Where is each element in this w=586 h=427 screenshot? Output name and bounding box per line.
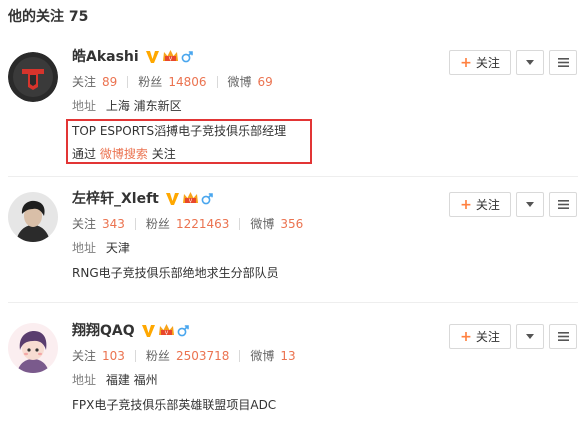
crown-member-icon: V	[162, 49, 179, 63]
user-intro: RNG电子竞技俱乐部绝地求生分部队员	[72, 266, 279, 280]
user-name[interactable]: 左梓轩_Xleft	[72, 188, 159, 208]
more-button[interactable]	[549, 192, 577, 217]
plus-icon: +	[460, 54, 472, 71]
divider	[216, 75, 218, 88]
fans-label[interactable]: 粉丝	[138, 73, 162, 90]
weibo-label[interactable]: 微博	[250, 215, 274, 232]
weibo-label[interactable]: 微博	[228, 73, 252, 90]
avatar[interactable]	[8, 52, 58, 102]
following-label[interactable]: 关注	[72, 347, 96, 364]
dropdown-button[interactable]	[516, 50, 544, 75]
address-row: 地址 上海 浦东新区	[72, 97, 182, 114]
hamburger-menu-icon	[557, 332, 569, 341]
more-button[interactable]	[549, 324, 577, 349]
name-row: 左梓轩_Xleft V	[72, 188, 213, 208]
more-button[interactable]	[549, 50, 577, 75]
follow-button[interactable]: + 关注	[449, 50, 511, 75]
address-label: 地址	[72, 99, 97, 113]
avatar[interactable]	[8, 192, 58, 242]
hamburger-menu-icon	[557, 200, 569, 209]
user-card: 左梓轩_Xleft V 关注 343 粉丝 1221463 微博 356 地址 …	[0, 176, 586, 306]
address-value: 福建 福州	[105, 373, 158, 387]
plus-icon: +	[460, 196, 472, 213]
user-intro: FPX电子竞技俱乐部英雄联盟项目ADC	[72, 398, 277, 412]
crown-member-icon: V	[182, 191, 199, 205]
v-verified-icon	[141, 323, 156, 338]
user-card: 翔翔QAQ V 关注 103 粉丝 2503718 微博 13 地址 福建 福州…	[0, 302, 586, 427]
address-label: 地址	[72, 241, 97, 255]
stats-row: 关注 89 粉丝 14806 微博 69	[72, 73, 273, 90]
caret-down-icon	[526, 60, 534, 65]
male-gender-icon	[181, 50, 193, 63]
dropdown-button[interactable]	[516, 192, 544, 217]
avatar[interactable]	[8, 323, 58, 373]
following-count[interactable]: 343	[102, 217, 125, 231]
address-label: 地址	[72, 373, 97, 387]
follow-button-label: 关注	[475, 330, 500, 344]
user-name[interactable]: 皓Akashi	[72, 46, 139, 66]
name-row: 翔翔QAQ V	[72, 320, 189, 340]
svg-text:V: V	[164, 331, 168, 337]
follow-button[interactable]: + 关注	[449, 324, 511, 349]
user-card: 皓Akashi V 关注 89 粉丝 14806 微博 69 地址 上海 浦东新…	[0, 38, 586, 164]
dropdown-button[interactable]	[516, 324, 544, 349]
address-row: 地址 福建 福州	[72, 371, 158, 388]
v-verified-icon	[145, 49, 160, 64]
caret-down-icon	[526, 202, 534, 207]
weibo-count[interactable]: 69	[258, 75, 273, 89]
caret-down-icon	[526, 334, 534, 339]
hamburger-menu-icon	[557, 58, 569, 67]
weibo-label[interactable]: 微博	[250, 347, 274, 364]
following-label[interactable]: 关注	[72, 215, 96, 232]
follow-button-label: 关注	[475, 56, 500, 70]
fans-label[interactable]: 粉丝	[146, 215, 170, 232]
fans-count[interactable]: 2503718	[176, 349, 229, 363]
plus-icon: +	[460, 328, 472, 345]
address-value: 天津	[105, 241, 130, 255]
divider	[239, 217, 241, 230]
following-count[interactable]: 103	[102, 349, 125, 363]
name-row: 皓Akashi V	[72, 46, 193, 66]
divider	[134, 349, 136, 362]
fans-label[interactable]: 粉丝	[146, 347, 170, 364]
follow-button-label: 关注	[475, 198, 500, 212]
male-gender-icon	[201, 192, 213, 205]
following-count[interactable]: 89	[102, 75, 117, 89]
page-title: 他的关注 75	[8, 9, 89, 25]
male-gender-icon	[177, 324, 189, 337]
card-divider	[8, 302, 578, 303]
svg-text:V: V	[189, 199, 193, 205]
divider	[239, 349, 241, 362]
card-divider	[8, 176, 578, 177]
highlight-box	[66, 119, 312, 164]
address-value: 上海 浦东新区	[105, 99, 182, 113]
fans-count[interactable]: 14806	[168, 75, 206, 89]
follow-button[interactable]: + 关注	[449, 192, 511, 217]
user-name[interactable]: 翔翔QAQ	[72, 320, 135, 340]
crown-member-icon: V	[158, 323, 175, 337]
stats-row: 关注 103 粉丝 2503718 微博 13	[72, 347, 296, 364]
divider	[127, 75, 129, 88]
weibo-count[interactable]: 13	[280, 349, 295, 363]
fans-count[interactable]: 1221463	[176, 217, 229, 231]
divider	[134, 217, 136, 230]
v-verified-icon	[165, 191, 180, 206]
address-row: 地址 天津	[72, 239, 130, 256]
weibo-count[interactable]: 356	[280, 217, 303, 231]
following-label[interactable]: 关注	[72, 73, 96, 90]
svg-text:V: V	[168, 57, 172, 63]
stats-row: 关注 343 粉丝 1221463 微博 356	[72, 215, 303, 232]
